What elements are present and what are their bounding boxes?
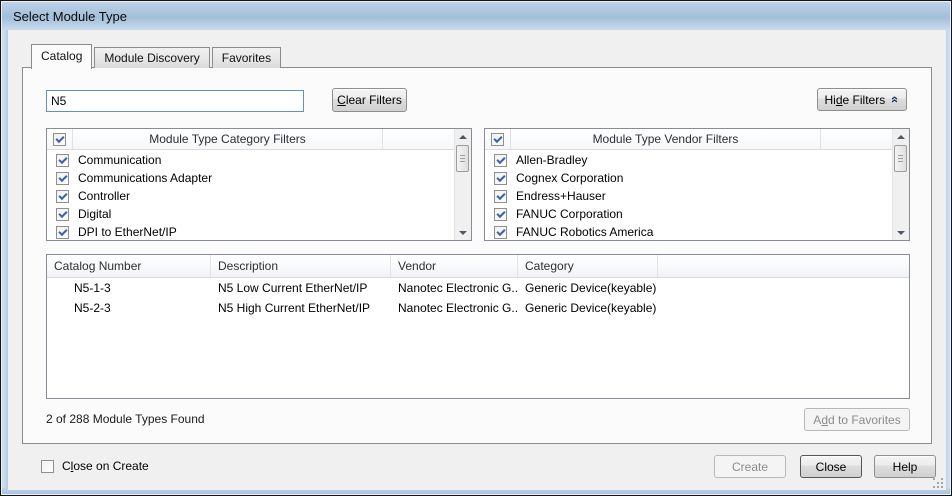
category-filter-items: Communication Communications Adapter Contr… bbox=[47, 151, 454, 240]
cell-description: N5 Low Current EtherNet/IP bbox=[211, 281, 391, 295]
dialog-client-area: Catalog Module Discovery Favorites Clear… bbox=[8, 30, 946, 490]
category-filter-list: Module Type Category Filters Communicati… bbox=[46, 128, 472, 241]
filter-item[interactable]: FANUC Robotics America bbox=[485, 223, 892, 240]
result-row[interactable]: N5-2-3N5 High Current EtherNet/IPNanotec… bbox=[47, 298, 909, 318]
vendor-filter-title: Module Type Vendor Filters bbox=[511, 132, 820, 146]
filter-item[interactable]: Digital bbox=[47, 205, 454, 223]
filter-item-label: DPI to EtherNet/IP bbox=[78, 225, 177, 239]
vendor-filter-items: Allen-Bradley Cognex Corporation Endress+H… bbox=[485, 151, 892, 240]
create-button[interactable]: Create bbox=[714, 455, 786, 478]
tab-module-discovery[interactable]: Module Discovery bbox=[94, 47, 209, 68]
tab-favorites[interactable]: Favorites bbox=[212, 47, 281, 68]
results-table-body: N5-1-3N5 Low Current EtherNet/IPNanotec … bbox=[47, 278, 909, 318]
dialog-titlebar[interactable]: Select Module Type bbox=[2, 2, 950, 30]
filter-item-checkbox[interactable] bbox=[494, 190, 507, 203]
filter-item-checkbox[interactable] bbox=[56, 172, 69, 185]
scroll-down-button[interactable] bbox=[893, 225, 909, 240]
filter-item-label: FANUC Robotics America bbox=[516, 225, 653, 239]
result-row[interactable]: N5-1-3N5 Low Current EtherNet/IPNanotec … bbox=[47, 278, 909, 298]
filter-item-checkbox[interactable] bbox=[56, 154, 69, 167]
filter-item-checkbox[interactable] bbox=[494, 208, 507, 221]
category-filter-title: Module Type Category Filters bbox=[73, 132, 382, 146]
filter-item-checkbox[interactable] bbox=[494, 172, 507, 185]
category-header-empty-column bbox=[382, 129, 454, 149]
column-header-filler bbox=[658, 255, 909, 277]
filter-item-checkbox[interactable] bbox=[56, 208, 69, 221]
cell-catalog-number: N5-1-3 bbox=[47, 281, 211, 295]
filter-item-checkbox[interactable] bbox=[56, 190, 69, 203]
filter-item-label: Digital bbox=[78, 207, 111, 221]
help-button[interactable]: Help bbox=[874, 455, 936, 478]
add-to-favorites-button[interactable]: Add to Favorites bbox=[804, 408, 910, 431]
filter-item[interactable]: Cognex Corporation bbox=[485, 169, 892, 187]
column-header-catalog-number[interactable]: Catalog Number bbox=[47, 255, 211, 277]
search-input[interactable] bbox=[46, 90, 304, 112]
filter-item-label: Endress+Hauser bbox=[516, 189, 606, 203]
scroll-down-button[interactable] bbox=[455, 225, 471, 240]
hide-filters-button[interactable]: Hide Filters « bbox=[817, 88, 907, 111]
filter-item-checkbox[interactable] bbox=[494, 154, 507, 167]
tab-catalog[interactable]: Catalog bbox=[31, 44, 92, 69]
module-types-found-status: 2 of 288 Module Types Found bbox=[46, 412, 205, 426]
catalog-tab-page: Clear Filters Hide Filters « Module Type… bbox=[22, 67, 932, 444]
cell-vendor: Nanotec Electronic G... bbox=[391, 301, 518, 315]
arrow-down-icon bbox=[459, 231, 467, 235]
select-module-type-dialog: Select Module Type Catalog Module Discov… bbox=[0, 0, 952, 496]
tab-strip: Catalog Module Discovery Favorites bbox=[31, 43, 283, 68]
category-filter-header: Module Type Category Filters bbox=[47, 129, 454, 150]
vendor-filter-header: Module Type Vendor Filters bbox=[485, 129, 892, 150]
close-on-create-label: Close on Create bbox=[62, 459, 149, 473]
filter-item[interactable]: Allen-Bradley bbox=[485, 151, 892, 169]
arrow-up-icon bbox=[897, 135, 905, 139]
arrow-up-icon bbox=[459, 135, 467, 139]
filter-item-label: Controller bbox=[78, 189, 130, 203]
filter-item-label: Cognex Corporation bbox=[516, 171, 623, 185]
results-table-header: Catalog Number Description Vendor Catego… bbox=[47, 255, 909, 278]
filter-item-label: Communication bbox=[78, 153, 161, 167]
scrollbar-thumb[interactable] bbox=[456, 145, 469, 172]
resize-grip[interactable] bbox=[931, 476, 943, 488]
vendor-select-all-checkbox[interactable] bbox=[491, 133, 504, 146]
clear-filters-button[interactable]: Clear Filters bbox=[332, 88, 407, 112]
cell-category: Generic Device(keyable) bbox=[518, 281, 658, 295]
close-on-create-option[interactable]: Close on Create bbox=[41, 459, 149, 473]
filter-item[interactable]: FANUC Corporation bbox=[485, 205, 892, 223]
close-on-create-checkbox[interactable] bbox=[41, 460, 54, 473]
results-table: Catalog Number Description Vendor Catego… bbox=[46, 254, 910, 399]
filter-item-checkbox[interactable] bbox=[56, 226, 69, 239]
cell-catalog-number: N5-2-3 bbox=[47, 301, 211, 315]
cell-category: Generic Device(keyable) bbox=[518, 301, 658, 315]
filter-item[interactable]: Communication bbox=[47, 151, 454, 169]
filter-item[interactable]: Communications Adapter bbox=[47, 169, 454, 187]
filter-item[interactable]: Endress+Hauser bbox=[485, 187, 892, 205]
scroll-up-button[interactable] bbox=[455, 129, 471, 144]
vendor-filter-list: Module Type Vendor Filters Allen-Bradley… bbox=[484, 128, 910, 241]
cell-vendor: Nanotec Electronic G... bbox=[391, 281, 518, 295]
category-list-scrollbar[interactable] bbox=[454, 129, 471, 240]
close-button[interactable]: Close bbox=[800, 455, 862, 478]
arrow-down-icon bbox=[897, 231, 905, 235]
filter-item-label: Communications Adapter bbox=[78, 171, 212, 185]
filter-item[interactable]: DPI to EtherNet/IP bbox=[47, 223, 454, 240]
dialog-title: Select Module Type bbox=[13, 9, 127, 24]
scroll-up-button[interactable] bbox=[893, 129, 909, 144]
category-select-all-checkbox[interactable] bbox=[53, 133, 66, 146]
filter-item[interactable]: Controller bbox=[47, 187, 454, 205]
column-header-description[interactable]: Description bbox=[211, 255, 391, 277]
filter-item-checkbox[interactable] bbox=[494, 226, 507, 239]
scrollbar-thumb[interactable] bbox=[894, 145, 907, 172]
vendor-list-scrollbar[interactable] bbox=[892, 129, 909, 240]
filter-item-label: Allen-Bradley bbox=[516, 153, 587, 167]
chevrons-up-icon: « bbox=[888, 96, 903, 103]
column-header-category[interactable]: Category bbox=[518, 255, 658, 277]
column-header-vendor[interactable]: Vendor bbox=[391, 255, 518, 277]
vendor-header-empty-column bbox=[820, 129, 892, 149]
filter-item-label: FANUC Corporation bbox=[516, 207, 623, 221]
cell-description: N5 High Current EtherNet/IP bbox=[211, 301, 391, 315]
